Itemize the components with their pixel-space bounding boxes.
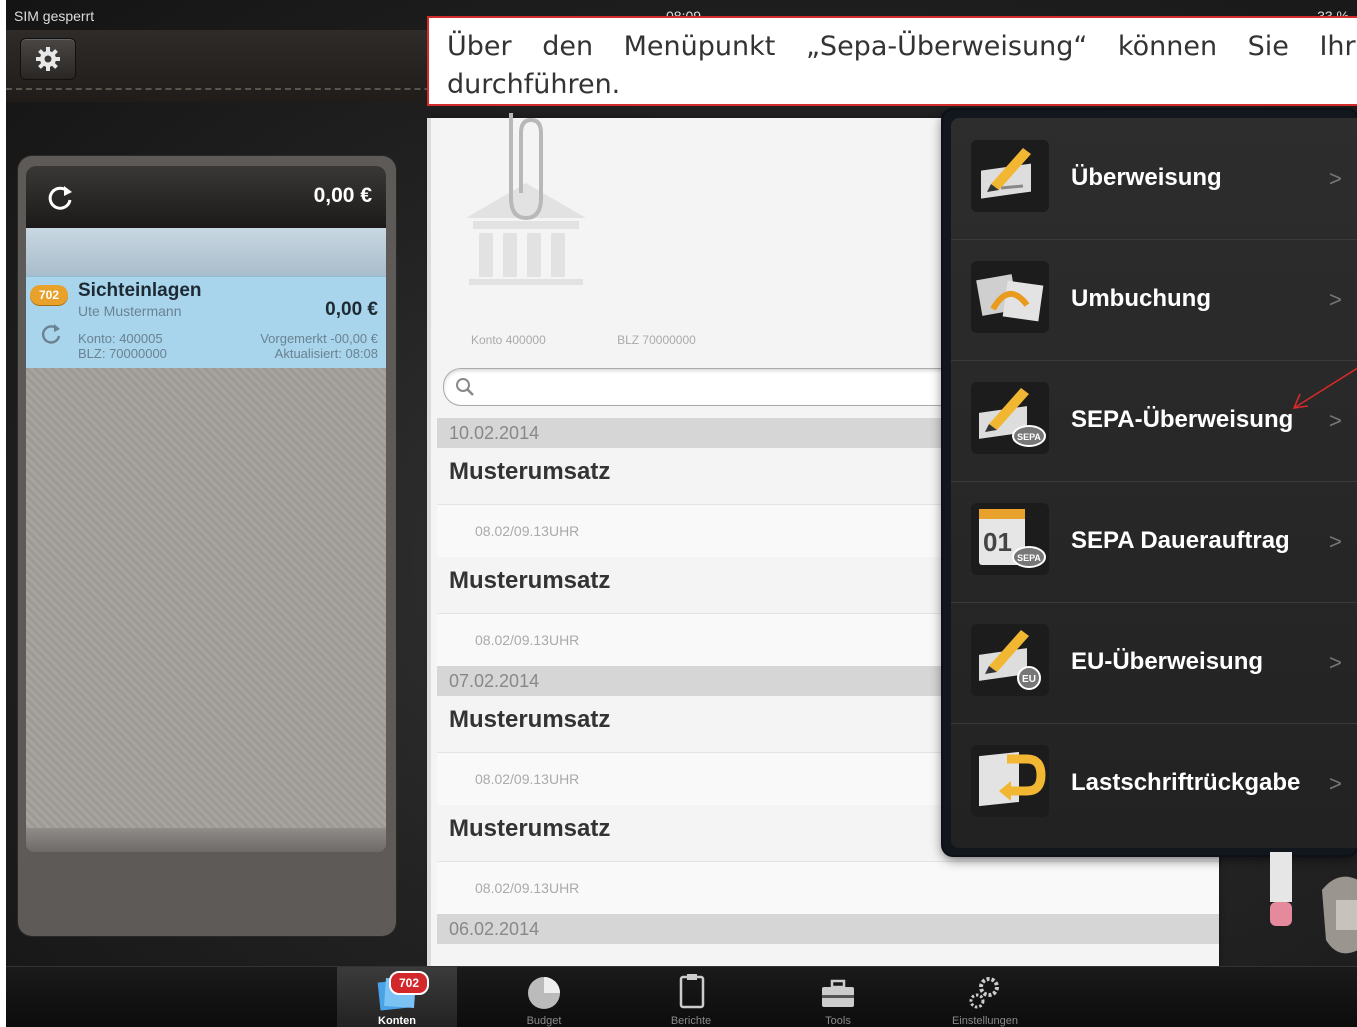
- account-blz: BLZ: 70000000: [78, 346, 167, 361]
- menu-item-sepa-dauerauftrag[interactable]: 01 SEPA SEPA Dauerauftrag >: [951, 481, 1357, 603]
- stapler-icon: [1322, 876, 1357, 954]
- document-konto: Konto 400000: [471, 333, 546, 347]
- account-panel-header: 0,00 €: [26, 166, 386, 228]
- ipad-screen: SIM gesperrt 08:09 33 %: [6, 0, 1357, 1027]
- callout-arrow-icon: [1292, 367, 1357, 409]
- eu-transfer-icon: EU: [971, 624, 1049, 696]
- account-updated: Aktualisiert: 08:08: [274, 346, 378, 361]
- transaction-detail: 08.02/09.13UHR: [437, 862, 1219, 914]
- account-numbers: Konto: 400005 BLZ: 70000000: [78, 331, 167, 361]
- account-vorgemerkt: Vorgemerkt -00,00 €: [260, 331, 378, 346]
- account-panel: 0,00 € 702 Sichteinlagen Ute Mustermann …: [18, 156, 396, 936]
- account-balance: 0,00 €: [325, 299, 378, 320]
- tab-label: Konten: [378, 1015, 416, 1027]
- tab-budget[interactable]: Budget: [484, 967, 604, 1027]
- settings-gears-icon: [969, 977, 999, 1009]
- account-konto: Konto: 400005: [78, 331, 163, 346]
- menu-item-label: SEPA Dauerauftrag: [1071, 527, 1290, 554]
- document-account-info: Konto 400000 BLZ 70000000: [471, 333, 764, 347]
- account-group-header: [26, 228, 386, 276]
- paperclip-icon: [509, 113, 543, 221]
- tab-berichte[interactable]: Berichte: [631, 967, 751, 1027]
- transfer-menu-popover: Überweisung > Umbuchung > SEPA SEPA-Über…: [943, 110, 1357, 855]
- callout-line-2: durchführen.: [447, 69, 621, 100]
- sepa-transfer-icon: SEPA: [971, 382, 1049, 454]
- notification-badge: 702: [389, 971, 429, 995]
- menu-item-umbuchung[interactable]: Umbuchung >: [951, 239, 1357, 361]
- carrier-label: SIM gesperrt: [14, 8, 95, 24]
- direct-debit-return-icon: [971, 745, 1049, 817]
- menu-item-label: SEPA-Überweisung: [1071, 406, 1294, 433]
- transfer-pen-icon: [971, 140, 1049, 212]
- menu-item-label: Lastschriftrückgabe: [1071, 769, 1301, 796]
- pencil-eraser-icon: [1270, 852, 1292, 926]
- account-owner: Ute Mustermann: [78, 303, 182, 319]
- tab-label: Berichte: [670, 1015, 712, 1027]
- svg-text:SEPA: SEPA: [1017, 432, 1041, 442]
- menu-item-label: EU-Überweisung: [1071, 648, 1264, 675]
- gear-icon: [36, 47, 60, 71]
- search-icon: [456, 378, 474, 396]
- account-row[interactable]: 702 Sichteinlagen Ute Mustermann 0,00 € …: [26, 276, 386, 370]
- svg-text:SEPA: SEPA: [1017, 553, 1041, 563]
- chevron-right-icon: >: [1329, 771, 1342, 796]
- svg-text:EU: EU: [1022, 674, 1036, 685]
- settings-button[interactable]: [20, 38, 76, 80]
- menu-item-lastschriftrueckgabe[interactable]: Lastschriftrückgabe >: [951, 723, 1357, 844]
- date-header: 06.02.2014: [437, 914, 1219, 944]
- chevron-right-icon: >: [1329, 166, 1342, 191]
- svg-text:01: 01: [983, 527, 1012, 557]
- sync-icon[interactable]: [38, 321, 64, 347]
- tab-label: Tools: [825, 1015, 851, 1027]
- tab-bar: 702 Konten Budget Berichte Tools Einstel…: [6, 966, 1357, 1027]
- account-list-background: [26, 368, 386, 828]
- account-name: Sichteinlagen: [78, 280, 202, 301]
- menu-list: Überweisung > Umbuchung > SEPA SEPA-Über…: [951, 118, 1357, 848]
- reports-icon: [679, 974, 705, 1009]
- account-status: Vorgemerkt -00,00 € Aktualisiert: 08:08: [260, 331, 378, 361]
- chevron-right-icon: >: [1329, 529, 1342, 554]
- menu-item-label: Überweisung: [1071, 164, 1222, 191]
- chevron-right-icon: >: [1329, 650, 1342, 675]
- menu-item-ueberweisung[interactable]: Überweisung >: [951, 118, 1357, 240]
- account-badge: 702: [30, 285, 68, 305]
- document-blz: BLZ 70000000: [617, 333, 696, 347]
- tab-konten[interactable]: 702 Konten: [337, 967, 457, 1027]
- menu-item-eu-ueberweisung[interactable]: EU EU-Überweisung >: [951, 602, 1357, 724]
- tab-label: Einstellungen: [951, 1015, 1019, 1027]
- toolbox-icon: [822, 979, 854, 1007]
- menu-item-label: Umbuchung: [1071, 285, 1211, 312]
- tab-einstellungen[interactable]: Einstellungen: [925, 967, 1045, 1027]
- refresh-icon[interactable]: [44, 180, 78, 214]
- rebooking-icon: [971, 261, 1049, 333]
- callout-line-1: Über den Menüpunkt „Sepa-Überweisung“ kö…: [447, 31, 1356, 62]
- chevron-right-icon: >: [1329, 287, 1342, 312]
- account-panel-footer: [26, 828, 386, 852]
- sepa-standing-order-icon: 01 SEPA: [971, 503, 1049, 575]
- budget-pie-icon: [528, 977, 560, 1009]
- tab-label: Budget: [526, 1015, 562, 1027]
- tab-tools[interactable]: Tools: [778, 967, 898, 1027]
- accounts-total: 0,00 €: [313, 184, 372, 207]
- instruction-callout: Über den Menüpunkt „Sepa-Überweisung“ kö…: [427, 16, 1357, 106]
